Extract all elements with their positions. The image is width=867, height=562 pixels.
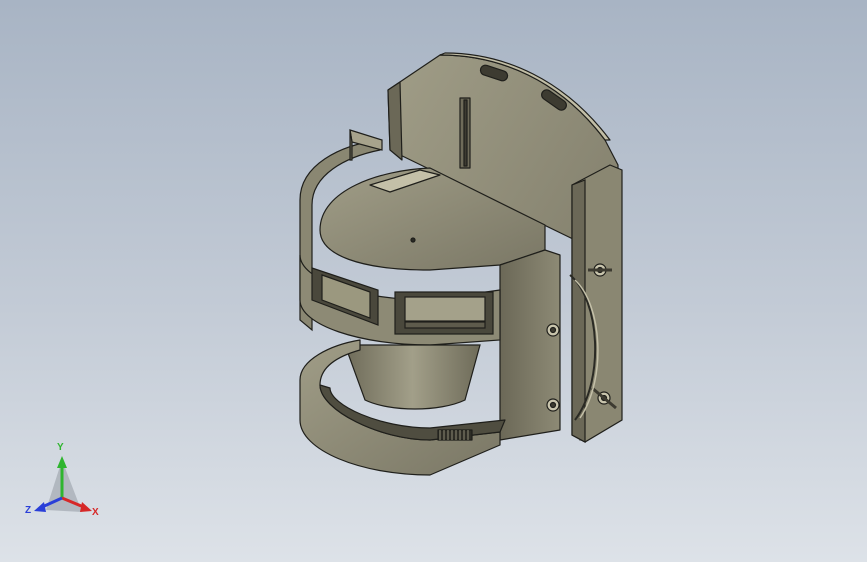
x-axis-label: X [92, 507, 99, 518]
3d-model-view[interactable] [0, 0, 867, 562]
sensor-cone [344, 344, 481, 410]
side-bracket [571, 164, 623, 444]
y-axis-label: Y [57, 442, 64, 453]
graphics-viewport[interactable]: Y X Z [0, 0, 867, 562]
coordinate-triad[interactable]: Y X Z [20, 440, 120, 550]
z-axis-label: Z [25, 505, 32, 516]
triad-graphic [34, 456, 92, 512]
